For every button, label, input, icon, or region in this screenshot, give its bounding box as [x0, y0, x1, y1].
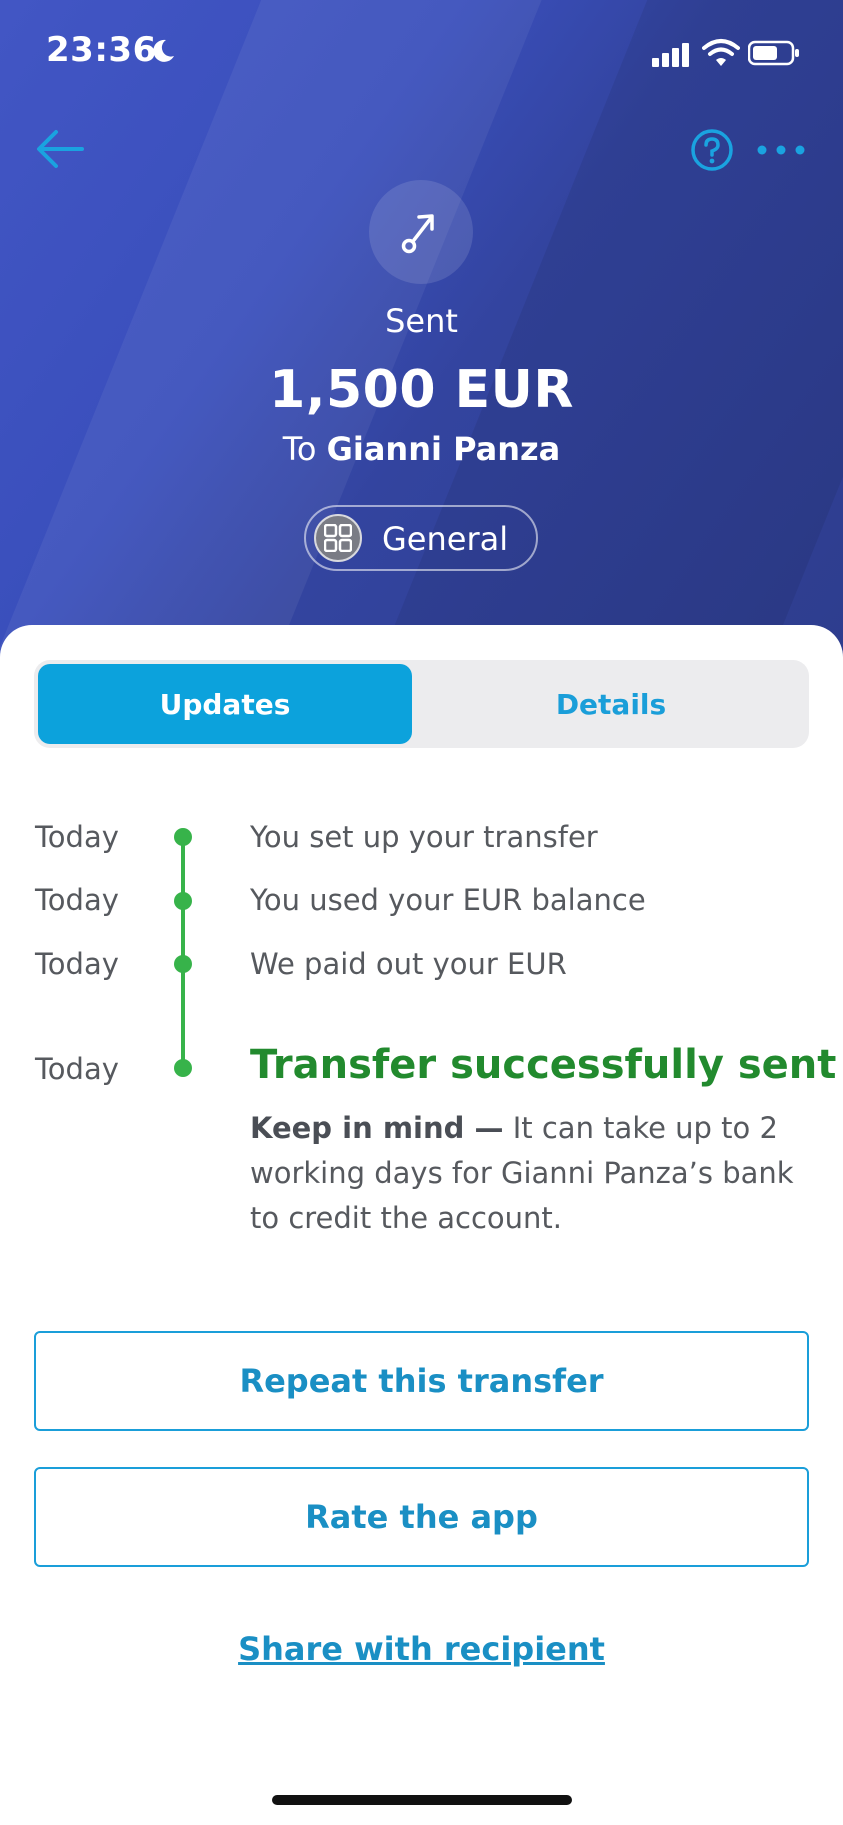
recipient-name: Gianni Panza	[326, 430, 561, 468]
repeat-transfer-button[interactable]: Repeat this transfer	[34, 1331, 809, 1431]
timeline-dot	[174, 828, 192, 846]
timeline-date: Today	[35, 1052, 119, 1086]
moon-icon	[153, 39, 174, 62]
recipient-prefix: To	[282, 430, 317, 468]
timeline-event: You set up your transfer	[250, 820, 598, 854]
transfer-sent-icon	[401, 214, 434, 254]
battery-icon	[748, 40, 799, 66]
grid-icon	[324, 524, 352, 552]
timeline-dot	[174, 955, 192, 973]
rate-app-button[interactable]: Rate the app	[34, 1467, 809, 1567]
timeline-date: Today	[35, 883, 119, 917]
timeline-event: You used your EUR balance	[250, 883, 646, 917]
delivery-note: Keep in mind — It can take up to 2 worki…	[250, 1106, 810, 1241]
transfer-status-icon	[369, 180, 473, 284]
back-arrow-icon[interactable]	[34, 126, 88, 172]
account-label: General	[382, 520, 509, 558]
transfer-status-label: Sent	[385, 302, 458, 340]
share-with-recipient-link[interactable]: Share with recipient	[0, 1630, 843, 1668]
tab-details[interactable]: Details	[416, 664, 806, 744]
timeline-date: Today	[35, 820, 119, 854]
timeline-dot	[174, 892, 192, 910]
timeline-dot	[174, 1059, 192, 1077]
account-avatar	[314, 514, 362, 562]
tab-bar: Updates Details	[34, 660, 809, 748]
home-indicator	[272, 1795, 572, 1805]
recipient-line: To Gianni Panza	[0, 430, 843, 468]
wifi-icon	[702, 39, 740, 66]
timeline-line	[181, 836, 185, 1068]
account-chip[interactable]: General	[304, 505, 538, 571]
tab-updates[interactable]: Updates	[38, 664, 412, 744]
signal-icon	[652, 43, 689, 67]
transfer-success-headline: Transfer successfully sent	[250, 1042, 837, 1088]
timeline-date: Today	[35, 947, 119, 981]
timeline-event: We paid out your EUR	[250, 947, 567, 981]
transfer-amount: 1,500 EUR	[269, 360, 574, 420]
note-emphasis: Keep in mind —	[250, 1111, 504, 1145]
more-icon[interactable]	[756, 138, 806, 162]
status-time: 23:36	[46, 30, 157, 70]
transfer-header: 23:36 Sent 1,500 EUR To Gianni Panza Gen…	[0, 0, 843, 660]
help-icon[interactable]	[690, 128, 734, 172]
